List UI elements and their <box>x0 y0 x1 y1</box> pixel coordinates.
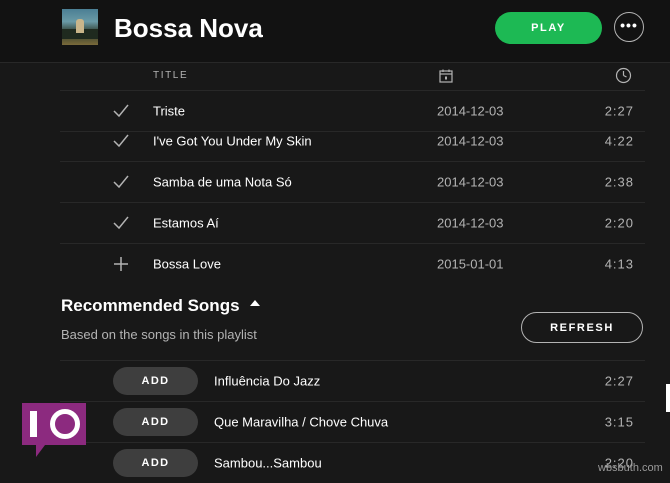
recommended-song-title: Sambou...Sambou <box>214 455 322 471</box>
recommended-songs-subtitle: Based on the songs in this playlist <box>61 327 257 342</box>
add-button[interactable]: ADD <box>113 449 198 477</box>
recommended-song-row[interactable]: ADD Que Maravilha / Chove Chuva 3:15 <box>60 402 645 443</box>
recommended-song-title: Que Maravilha / Chove Chuva <box>214 414 389 430</box>
track-duration: 2:20 <box>604 215 634 230</box>
track-list-header: TITLE <box>60 63 645 91</box>
calendar-icon[interactable] <box>438 68 454 84</box>
recommended-songs-heading: Recommended Songs <box>61 296 240 315</box>
recommended-song-title: Influência Do Jazz <box>214 373 321 389</box>
track-row[interactable]: Bossa Love 2015-01-01 4:13 <box>60 243 645 284</box>
plus-icon[interactable] <box>112 255 130 273</box>
track-date-added: 2014-12-03 <box>437 103 504 119</box>
track-row[interactable]: I've Got You Under My Skin 2014-12-03 4:… <box>60 120 645 162</box>
recommended-song-duration: 2:27 <box>604 373 634 389</box>
logo-tail <box>36 445 45 457</box>
more-icon: ••• <box>620 17 638 33</box>
check-icon[interactable] <box>112 132 130 150</box>
logo-letter-o <box>50 409 80 439</box>
io-logo <box>22 403 86 457</box>
more-options-button[interactable]: ••• <box>614 12 644 42</box>
recommended-song-duration: 3:15 <box>604 414 634 430</box>
track-title: I've Got You Under My Skin <box>153 133 312 148</box>
clock-icon[interactable] <box>615 67 632 84</box>
track-duration: 4:13 <box>604 256 634 271</box>
track-date-added: 2014-12-03 <box>437 133 504 148</box>
track-row[interactable]: Estamos Aí 2014-12-03 2:20 <box>60 202 645 244</box>
check-icon[interactable] <box>112 214 130 232</box>
check-icon[interactable] <box>112 173 130 191</box>
track-duration: 4:22 <box>604 133 634 148</box>
logo-letter-i <box>30 411 37 437</box>
cover-art-figure <box>76 19 84 33</box>
add-button[interactable]: ADD <box>113 408 198 436</box>
scrollbar-thumb[interactable] <box>666 384 670 412</box>
play-button[interactable]: PLAY <box>495 12 602 44</box>
playlist-cover-art[interactable] <box>62 9 98 45</box>
track-date-added: 2014-12-03 <box>437 174 504 189</box>
refresh-button[interactable]: REFRESH <box>521 312 643 343</box>
add-button[interactable]: ADD <box>113 367 198 395</box>
column-title-label[interactable]: TITLE <box>153 70 188 81</box>
track-duration: 2:27 <box>604 103 634 119</box>
recommended-song-row[interactable]: ADD Influência Do Jazz 2:27 <box>60 361 645 402</box>
track-title: Estamos Aí <box>153 215 219 230</box>
track-title: Samba de uma Nota Só <box>153 174 292 189</box>
track-title: Triste <box>153 103 186 119</box>
track-date-added: 2014-12-03 <box>437 215 504 230</box>
track-row[interactable]: Samba de uma Nota Só 2014-12-03 2:38 <box>60 161 645 203</box>
watermark-text: wbsbuth.com <box>598 462 663 474</box>
track-date-added: 2015-01-01 <box>437 256 504 271</box>
collapse-caret-icon[interactable] <box>250 300 260 306</box>
check-icon[interactable] <box>112 102 130 120</box>
track-duration: 2:38 <box>604 174 634 189</box>
playlist-header: Bossa Nova PLAY ••• <box>0 0 670 63</box>
track-title: Bossa Love <box>153 256 221 271</box>
recommended-song-row[interactable]: ADD Sambou...Sambou 2:20 <box>60 443 645 483</box>
playlist-title: Bossa Nova <box>114 13 263 43</box>
